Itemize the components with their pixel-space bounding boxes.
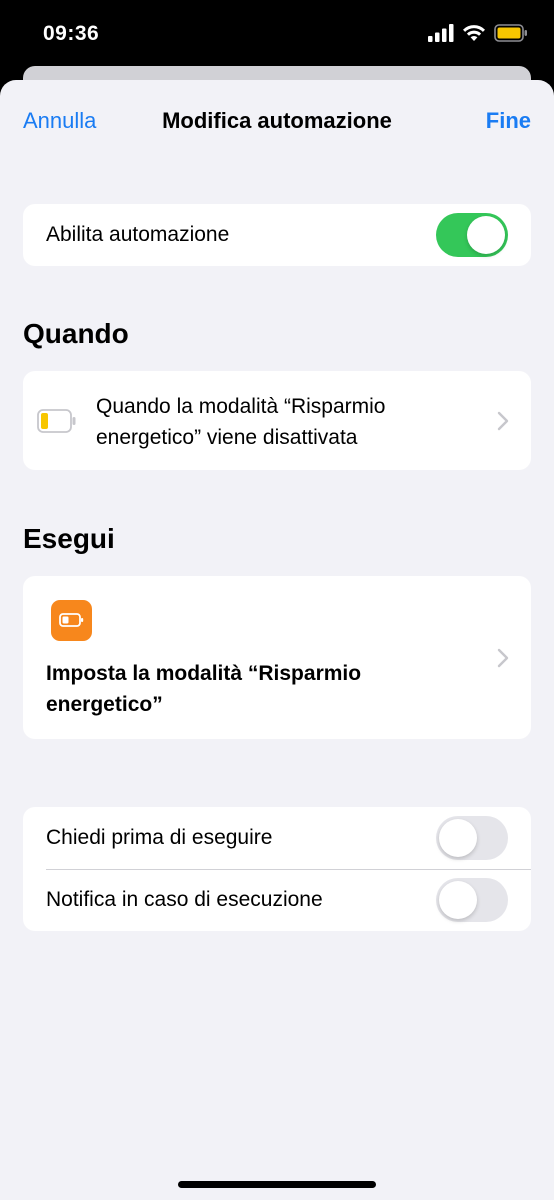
chevron-right-icon (497, 411, 509, 431)
status-bar: 09:36 (0, 0, 554, 70)
navigation-bar: Annulla Modifica automazione Fine (0, 80, 554, 164)
low-battery-icon (37, 409, 76, 433)
ask-before-running-toggle[interactable] (436, 816, 508, 860)
notify-label: Notifica in caso di esecuzione (46, 888, 323, 911)
ask-before-running-label: Chiedi prima di eseguire (46, 826, 273, 849)
signal-icon (428, 24, 454, 42)
trigger-row[interactable]: Quando la modalità “Risparmio energetico… (23, 371, 531, 470)
options-card: Chiedi prima di eseguire Notifica in cas… (23, 807, 531, 931)
run-section-title: Esegui (23, 523, 115, 554)
trigger-line-2: energetico” viene disattivata (96, 426, 358, 449)
action-line-2: energetico” (46, 693, 163, 716)
notify-row: Notifica in caso di esecuzione (23, 869, 531, 931)
action-row[interactable]: Imposta la modalità “Risparmio energetic… (23, 576, 531, 739)
toggle-knob (467, 216, 505, 254)
trigger-text: Quando la modalità “Risparmio energetico… (96, 391, 385, 453)
battery-icon (494, 24, 527, 42)
enable-toggle[interactable] (436, 213, 508, 257)
action-line-1: Imposta la modalità “Risparmio (46, 662, 362, 685)
status-time: 09:36 (43, 22, 100, 45)
enable-label: Abilita automazione (46, 223, 230, 246)
enable-row: Abilita automazione (23, 204, 531, 266)
when-section-title: Quando (23, 318, 129, 349)
toggle-knob (439, 881, 477, 919)
ask-before-running-row: Chiedi prima di eseguire (23, 807, 531, 869)
trigger-line-1: Quando la modalità “Risparmio (96, 395, 386, 418)
home-indicator (178, 1181, 376, 1188)
battery-action-icon (51, 600, 92, 641)
chevron-right-icon (497, 648, 509, 668)
battery-glyph-icon (59, 613, 84, 627)
enable-card: Abilita automazione (23, 204, 531, 266)
status-icons (428, 24, 528, 42)
notify-toggle[interactable] (436, 878, 508, 922)
edit-automation-sheet: Annulla Modifica automazione Fine Abilit… (0, 80, 554, 1200)
action-text: Imposta la modalità “Risparmio energetic… (46, 658, 361, 720)
toggle-knob (439, 819, 477, 857)
done-button[interactable]: Fine (486, 108, 531, 134)
wifi-icon (463, 25, 485, 41)
page-title: Modifica automazione (162, 108, 392, 133)
